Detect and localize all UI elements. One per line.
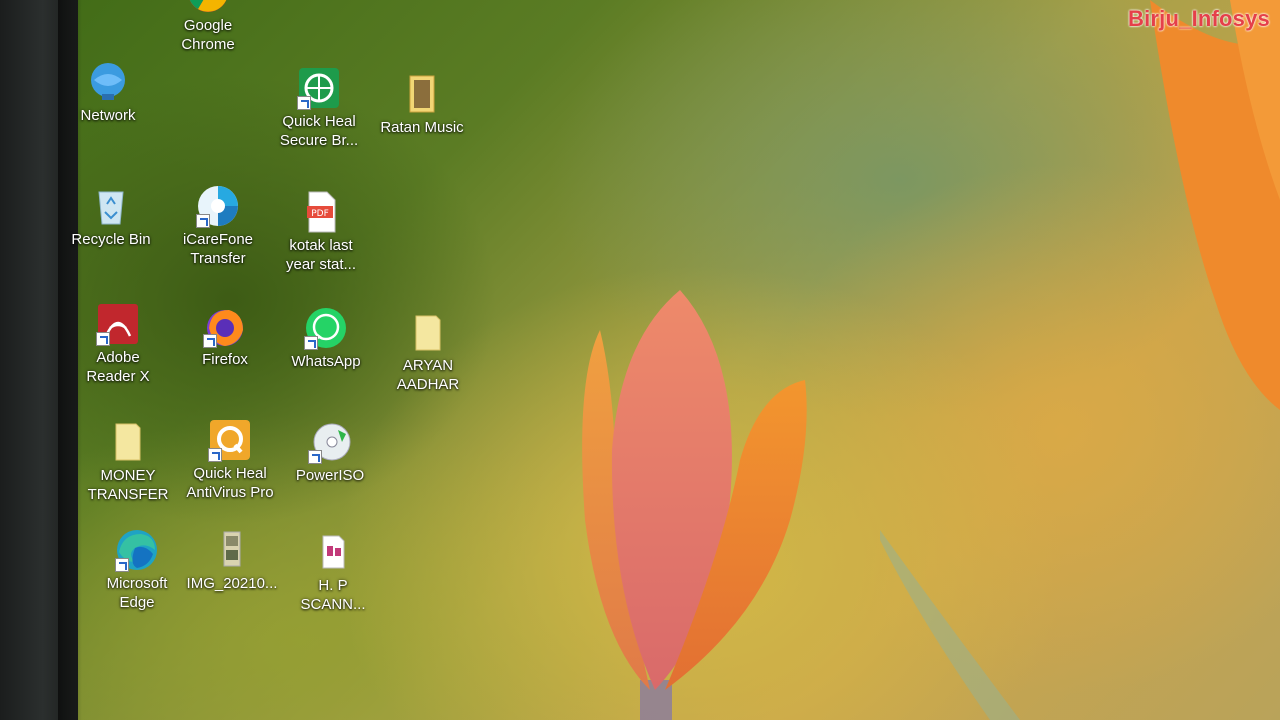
desktop-icon-ratan-music[interactable]: Ratan Music	[374, 72, 470, 137]
whatsapp-icon	[304, 306, 348, 350]
image-file-icon	[210, 528, 254, 572]
icon-label: H. P SCANN...	[300, 577, 366, 613]
desktop-icon-img-2021[interactable]: IMG_20210...	[184, 528, 280, 593]
firefox-icon	[203, 304, 247, 348]
desktop-icon-money-transfer[interactable]: MONEY TRANSFER	[80, 420, 176, 504]
desktop-icon-firefox[interactable]: Firefox	[177, 304, 273, 369]
icon-label: MONEY TRANSFER	[87, 467, 169, 503]
shortcut-arrow-icon	[115, 558, 129, 572]
icon-label: Ratan Music	[380, 119, 464, 136]
desktop-icon-aryan-aadhar[interactable]: ARYAN AADHAR	[380, 310, 476, 394]
document-icon	[311, 530, 355, 574]
shortcut-arrow-icon	[203, 334, 217, 348]
quick-heal-antivirus-icon	[208, 418, 252, 462]
icon-label: Adobe Reader X	[86, 349, 150, 385]
icon-label: Firefox	[202, 351, 248, 368]
icon-label: kotak last year stat...	[285, 237, 357, 273]
icon-label: Google Chrome	[181, 17, 235, 53]
poweriso-icon	[308, 420, 352, 464]
desktop-icon-network[interactable]: Network	[60, 60, 156, 125]
desktop-icon-google-chrome[interactable]: Google Chrome	[160, 0, 256, 54]
icon-label: iCareFone Transfer	[182, 231, 254, 267]
desktop-icon-kotak-last-year[interactable]: PDF kotak last year stat...	[273, 190, 369, 274]
icon-label: WhatsApp	[291, 353, 361, 370]
adobe-reader-icon	[96, 302, 140, 346]
desktop-icon-hp-scann[interactable]: H. P SCANN...	[285, 530, 381, 614]
recycle-bin-icon	[89, 184, 133, 228]
desktop-icon-quick-heal-antivirus[interactable]: Quick Heal AntiVirus Pro	[182, 418, 278, 502]
icon-label: Network	[80, 107, 136, 124]
icarefone-icon	[196, 184, 240, 228]
icon-label: Microsoft Edge	[106, 575, 168, 611]
icon-label: IMG_20210...	[186, 575, 278, 592]
desktop-icon-icarefone-transfer[interactable]: iCareFone Transfer	[170, 184, 266, 268]
quick-heal-browser-icon	[297, 66, 341, 110]
svg-text:PDF: PDF	[311, 209, 329, 219]
folder-icon	[106, 420, 150, 464]
icon-label: ARYAN AADHAR	[396, 357, 460, 393]
desktop-icon-whatsapp[interactable]: WhatsApp	[278, 306, 374, 371]
icon-label: Quick Heal AntiVirus Pro	[186, 465, 274, 501]
desktop-icon-poweriso[interactable]: PowerISO	[282, 420, 378, 485]
icon-label: Recycle Bin	[71, 231, 151, 248]
shortcut-arrow-icon	[208, 448, 222, 462]
shortcut-arrow-icon	[96, 332, 110, 346]
shortcut-arrow-icon	[297, 96, 311, 110]
shortcut-arrow-icon	[304, 336, 318, 350]
icon-label: PowerISO	[295, 467, 365, 484]
shortcut-arrow-icon	[308, 450, 322, 464]
desktop-icon-microsoft-edge[interactable]: Microsoft Edge	[89, 528, 185, 612]
chrome-icon	[186, 0, 230, 14]
network-icon	[86, 60, 130, 104]
edge-icon	[115, 528, 159, 572]
folder-icon	[400, 72, 444, 116]
desktop-icon-quick-heal-secure-browser[interactable]: Quick Heal Secure Br...	[271, 66, 367, 150]
desktop-icon-adobe-reader[interactable]: Adobe Reader X	[70, 302, 166, 386]
pdf-icon: PDF	[299, 190, 343, 234]
icon-label: Quick Heal Secure Br...	[279, 113, 359, 149]
desktop-icon-recycle-bin[interactable]: Recycle Bin	[63, 184, 159, 249]
folder-icon	[406, 310, 450, 354]
shortcut-arrow-icon	[196, 214, 210, 228]
channel-watermark: Birju_Infosys	[1128, 6, 1270, 31]
